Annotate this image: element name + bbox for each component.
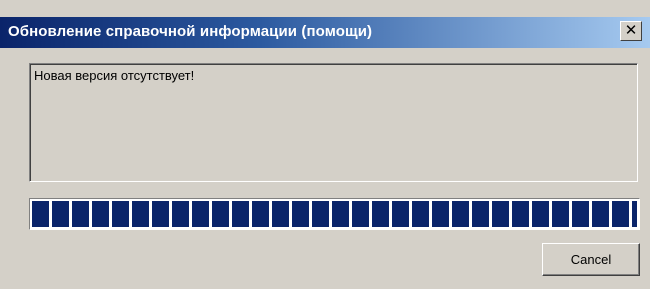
- progress-fill: [32, 201, 637, 227]
- message-text: Новая версия отсутствует!: [34, 68, 195, 83]
- dialog-window: Обновление справочной информации (помощи…: [0, 0, 650, 289]
- progress-bar: [29, 198, 640, 230]
- close-icon: ✕: [624, 22, 638, 39]
- close-button[interactable]: ✕: [620, 21, 642, 41]
- cancel-button[interactable]: Cancel: [542, 243, 640, 276]
- message-area: Новая версия отсутствует!: [29, 63, 638, 182]
- window-title: Обновление справочной информации (помощи…: [8, 23, 373, 40]
- title-bar[interactable]: Обновление справочной информации (помощи…: [0, 17, 650, 48]
